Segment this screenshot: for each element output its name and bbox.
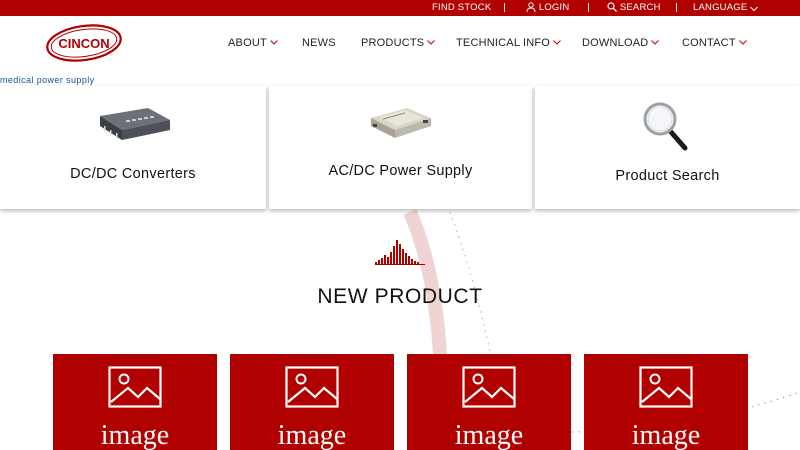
magnifier-icon <box>643 102 688 151</box>
topbar-divider <box>588 3 589 12</box>
bar-chart-icon <box>375 240 425 265</box>
search-label: SEARCH <box>619 2 661 13</box>
image-placeholder-text: image <box>631 420 701 450</box>
chevron-down-icon <box>270 40 278 45</box>
chevron-down-icon <box>553 40 561 45</box>
topbar-divider <box>676 3 677 12</box>
chevron-down-icon <box>427 40 436 45</box>
nav-news[interactable]: NEWS <box>302 37 336 49</box>
nav-products[interactable]: PRODUCTS <box>361 37 436 49</box>
nav-technical-info[interactable]: TECHNICAL INFO <box>456 37 561 49</box>
new-product-card[interactable]: image <box>584 354 748 450</box>
image-placeholder-icon <box>285 366 339 408</box>
nav-about-label: ABOUT <box>228 37 267 49</box>
chevron-down-icon <box>738 40 747 45</box>
logo-text: CINCON <box>58 36 109 51</box>
brand-tagline: medical power supply <box>0 75 95 85</box>
new-product-card[interactable]: image <box>53 354 217 450</box>
language-label: LANGUAGE <box>693 2 748 13</box>
image-placeholder-text: image <box>277 420 347 450</box>
new-product-title: NEW PRODUCT <box>317 285 483 308</box>
category-card-dc-dc[interactable]: DC/DC Converters <box>0 86 266 209</box>
top-utility-bar: FIND STOCK LOGIN SEARCH LANGUAGE <box>0 0 800 16</box>
category-card-ac-dc[interactable]: AC/DC Power Supply <box>269 86 532 209</box>
nav-about[interactable]: ABOUT <box>228 37 278 49</box>
chevron-down-icon <box>750 6 759 12</box>
find-stock-link[interactable]: FIND STOCK <box>432 0 491 16</box>
login-label: LOGIN <box>538 2 570 13</box>
nav-news-label: NEWS <box>302 37 336 49</box>
image-placeholder-text: image <box>100 420 170 450</box>
category-label: Product Search <box>615 168 720 184</box>
new-product-card[interactable]: image <box>230 354 394 450</box>
new-product-card[interactable]: image <box>407 354 571 450</box>
nav-products-label: PRODUCTS <box>361 37 425 49</box>
image-placeholder-text: image <box>454 420 524 450</box>
category-card-product-search[interactable]: Product Search <box>535 86 800 209</box>
topbar-divider <box>504 3 505 12</box>
image-placeholder-icon <box>639 366 693 408</box>
dc-dc-converter-image <box>100 108 170 140</box>
nav-download-label: DOWNLOAD <box>582 37 649 49</box>
image-placeholder-icon <box>462 366 516 408</box>
language-selector[interactable]: LANGUAGE <box>693 0 759 16</box>
nav-download[interactable]: DOWNLOAD <box>582 37 660 49</box>
ac-dc-power-supply-image <box>371 108 431 138</box>
search-icon <box>607 2 617 12</box>
nav-contact-label: CONTACT <box>682 37 736 49</box>
user-icon <box>526 2 536 13</box>
search-link[interactable]: SEARCH <box>607 0 661 16</box>
nav-contact[interactable]: CONTACT <box>682 37 747 49</box>
nav-technical-info-label: TECHNICAL INFO <box>456 37 551 49</box>
image-placeholder-icon <box>108 366 162 408</box>
login-link[interactable]: LOGIN <box>526 0 569 16</box>
category-label: DC/DC Converters <box>70 166 196 182</box>
category-label: AC/DC Power Supply <box>328 163 473 179</box>
cincon-logo[interactable]: CINCON <box>44 22 124 64</box>
chevron-down-icon <box>651 40 660 45</box>
